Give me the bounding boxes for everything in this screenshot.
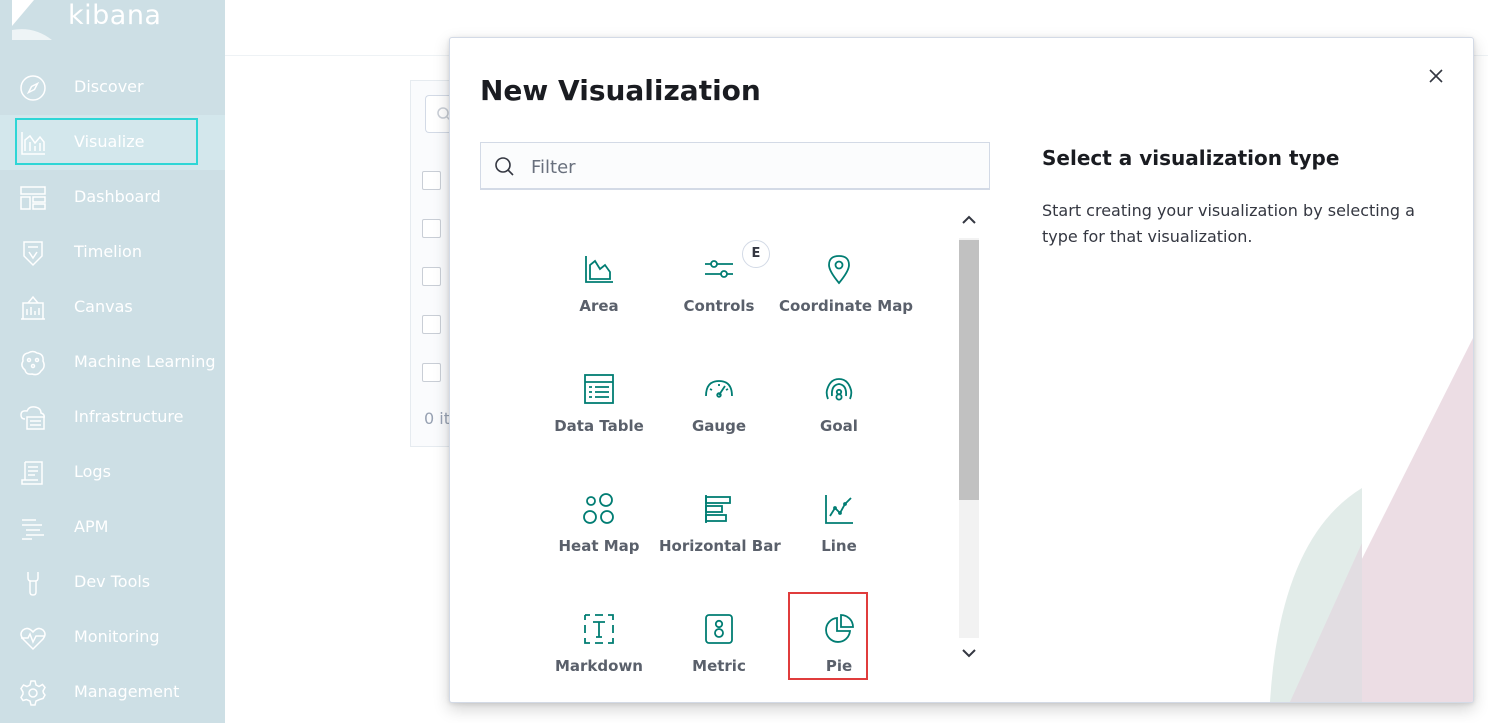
sidebar-item-label: Timelion	[74, 242, 142, 261]
new-visualization-modal: New Visualization Area E Controls Coordi…	[449, 37, 1474, 703]
sidebar-item-label: Machine Learning	[74, 352, 216, 371]
scrollbar-thumb[interactable]	[959, 240, 979, 500]
search-icon	[495, 157, 514, 176]
info-description: Start creating your visualization by sel…	[1042, 201, 1415, 246]
wrench-icon	[18, 568, 48, 598]
goal-icon	[822, 372, 856, 406]
timelion-icon	[18, 238, 48, 268]
row-checkbox[interactable]	[422, 267, 441, 286]
kibana-wordmark: kibana	[68, 0, 162, 31]
sidebar-item-machine-learning[interactable]: Machine Learning	[0, 335, 225, 390]
heatmap-icon	[582, 492, 616, 526]
filter-field[interactable]	[480, 142, 990, 190]
sidebar-item-apm[interactable]: APM	[0, 500, 225, 555]
compass-icon	[18, 73, 48, 103]
sidebar-item-label: Dashboard	[74, 187, 161, 206]
decorative-illustration	[1270, 338, 1473, 702]
vis-type-label: Line	[821, 537, 857, 555]
vis-type-label: Markdown	[554, 657, 643, 675]
sidebar-item-visualize[interactable]: Visualize	[0, 115, 225, 170]
experimental-badge: E	[742, 240, 770, 268]
vis-type-area[interactable]: Area	[539, 244, 659, 354]
vis-type-label: Goal	[820, 417, 858, 435]
pie-chart-icon	[822, 612, 856, 646]
sidebar-item-timelion[interactable]: Timelion	[0, 225, 225, 280]
heartbeat-icon	[18, 623, 48, 653]
dashboard-icon	[18, 183, 48, 213]
sidebar-item-label: Dev Tools	[74, 572, 151, 591]
row-checkbox[interactable]	[422, 219, 441, 238]
sidebar-item-dashboard[interactable]: Dashboard	[0, 170, 225, 225]
area-chart-icon	[582, 252, 616, 286]
sidebar-item-label: Management	[74, 682, 180, 701]
infrastructure-icon	[18, 403, 48, 433]
filter-input[interactable]	[529, 151, 983, 183]
visualize-icon	[18, 128, 48, 158]
info-title: Select a visualization type	[1042, 146, 1340, 170]
table-icon	[582, 372, 616, 406]
kibana-logo-icon	[12, 0, 52, 40]
sidebar-item-label: Infrastructure	[74, 407, 184, 426]
controls-icon	[702, 252, 736, 286]
sidebar-item-discover[interactable]: Discover	[0, 60, 225, 115]
metric-icon	[702, 612, 736, 646]
apm-icon	[18, 513, 48, 543]
sidebar-item-label: Logs	[74, 462, 111, 481]
items-count: 0 it	[424, 409, 450, 428]
vis-type-label: Gauge	[691, 417, 747, 435]
vis-type-line[interactable]: Line	[779, 484, 899, 594]
vis-type-label: Heat Map	[558, 537, 640, 555]
vis-type-pie[interactable]: Pie	[779, 592, 899, 682]
sidebar-item-label: Canvas	[74, 297, 133, 316]
sidebar-item-monitoring[interactable]: Monitoring	[0, 610, 225, 665]
sidebar-item-logs[interactable]: Logs	[0, 445, 225, 500]
vis-type-heat-map[interactable]: Heat Map	[539, 484, 659, 594]
close-icon	[1429, 69, 1443, 83]
row-checkbox[interactable]	[422, 363, 441, 382]
select-all-checkbox[interactable]	[422, 171, 441, 190]
vis-type-label: Data Table	[554, 417, 644, 435]
markdown-icon	[582, 612, 616, 646]
vis-type-label: Area	[579, 297, 619, 315]
sidebar-item-infrastructure[interactable]: Infrastructure	[0, 390, 225, 445]
vis-type-label: Controls	[683, 297, 755, 315]
machine-learning-icon	[18, 348, 48, 378]
sidebar-item-label: Visualize	[74, 132, 145, 151]
vis-type-controls[interactable]: E Controls	[659, 240, 779, 354]
vis-type-horizontal-bar[interactable]: Horizontal Bar	[659, 484, 781, 594]
vis-type-goal[interactable]: Goal	[779, 364, 899, 474]
vis-type-metric[interactable]: Metric	[659, 604, 779, 682]
vis-type-markdown[interactable]: Markdown	[539, 604, 659, 682]
sidebar-item-label: APM	[74, 517, 109, 536]
vis-type-label: Coordinate Map	[779, 297, 914, 315]
visualization-type-grid: Area E Controls Coordinate Map Data Tabl…	[480, 198, 980, 682]
sidebar-item-dev-tools[interactable]: Dev Tools	[0, 555, 225, 610]
sidebar: kibana Discover Visualize Dashboard Time…	[0, 0, 225, 723]
map-pin-icon	[822, 252, 856, 286]
horizontal-bar-icon	[702, 492, 736, 526]
grid-scrollbar[interactable]	[958, 200, 980, 682]
modal-title: New Visualization	[480, 74, 761, 107]
vis-type-label: Metric	[692, 657, 746, 675]
sidebar-item-canvas[interactable]: Canvas	[0, 280, 225, 335]
gear-icon	[18, 678, 48, 708]
row-checkbox[interactable]	[422, 315, 441, 334]
kibana-logo[interactable]: kibana	[0, 0, 225, 55]
line-chart-icon	[822, 492, 856, 526]
vis-type-label: Pie	[825, 657, 853, 675]
close-button[interactable]	[1424, 64, 1448, 88]
scrollbar-track[interactable]	[959, 238, 979, 638]
vis-type-gauge[interactable]: Gauge	[659, 364, 779, 474]
logs-icon	[18, 458, 48, 488]
vis-type-coordinate-map[interactable]: Coordinate Map	[779, 244, 914, 354]
gauge-icon	[702, 372, 736, 406]
sidebar-item-label: Discover	[74, 77, 144, 96]
scroll-down-arrow-icon[interactable]	[960, 646, 978, 660]
canvas-icon	[18, 293, 48, 323]
vis-type-data-table[interactable]: Data Table	[539, 364, 659, 474]
scroll-up-arrow-icon[interactable]	[960, 212, 978, 226]
sidebar-item-management[interactable]: Management	[0, 665, 225, 720]
sidebar-item-label: Monitoring	[74, 627, 160, 646]
vis-type-label: Horizontal Bar	[659, 537, 781, 555]
